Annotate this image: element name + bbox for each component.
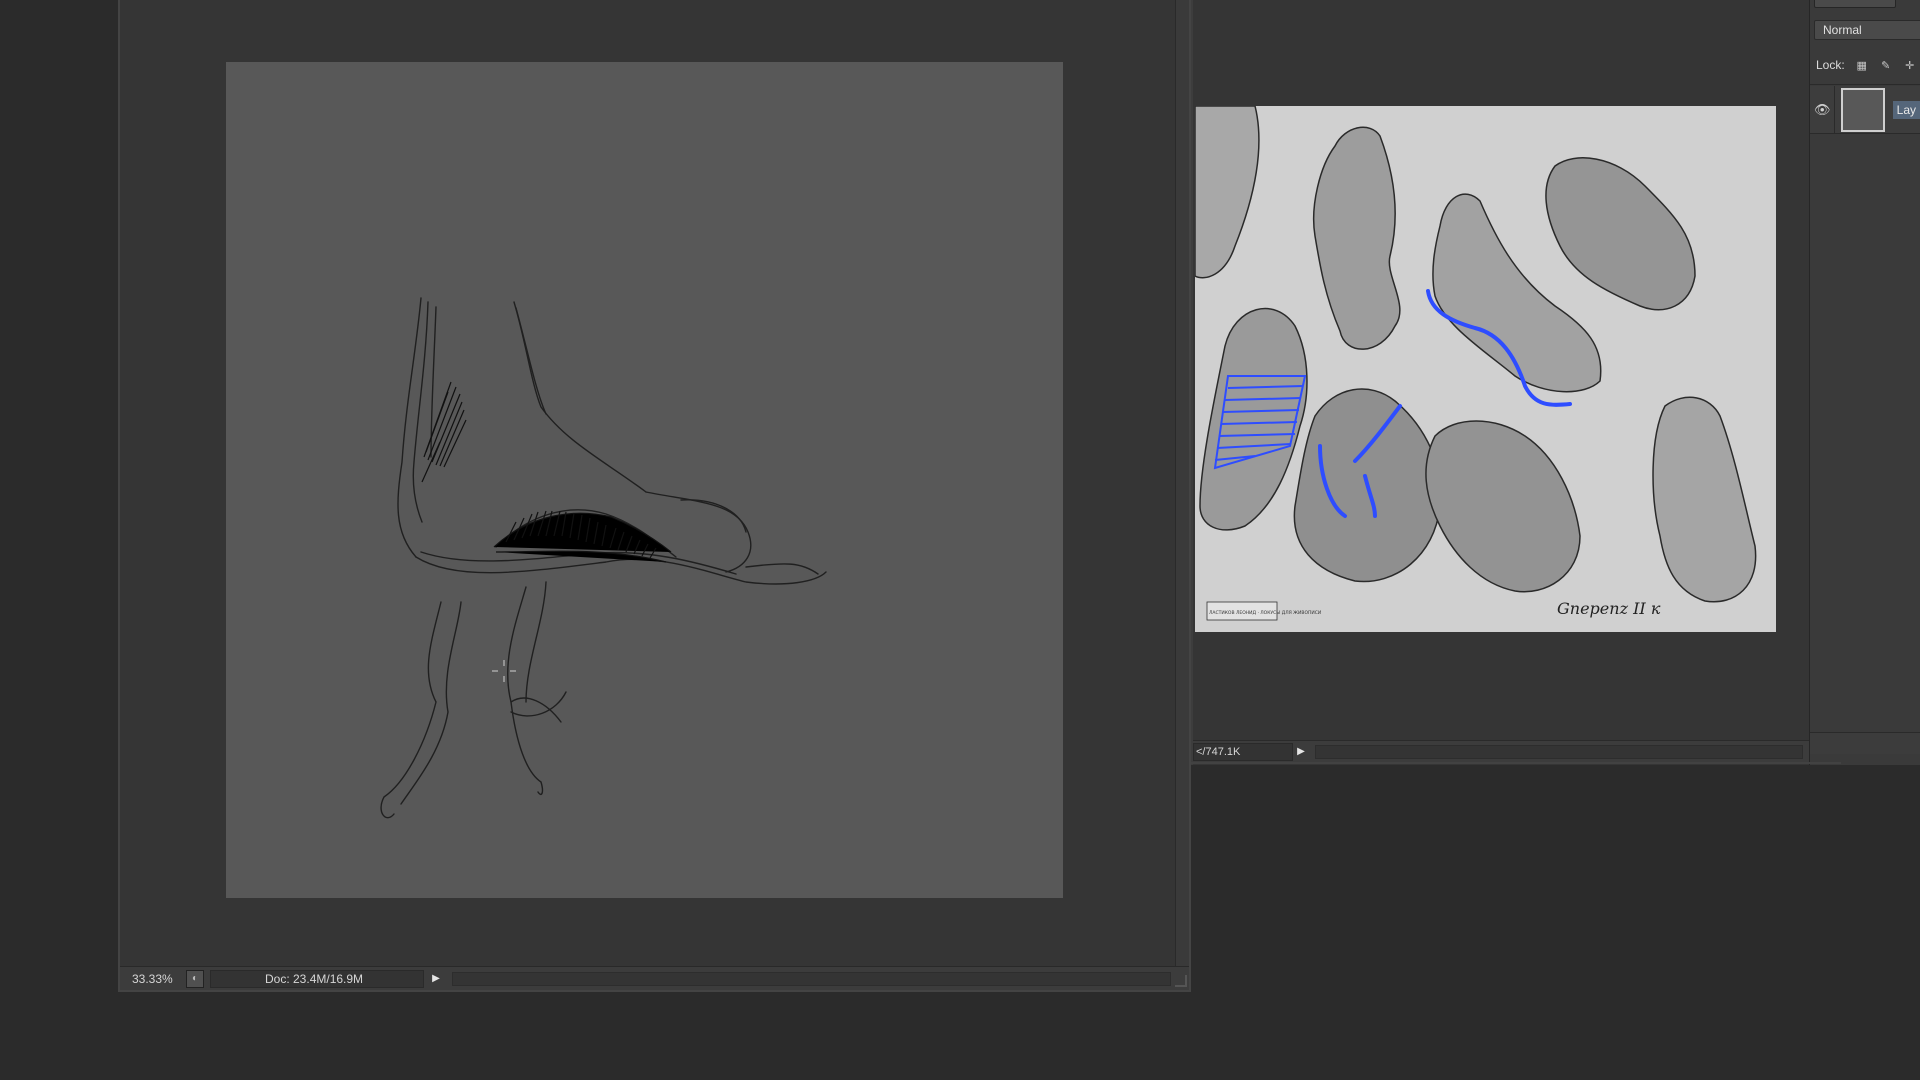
lock-transparent-icon[interactable]: ▦: [1855, 58, 1869, 72]
lock-move-icon[interactable]: ✛: [1903, 58, 1917, 72]
feet-study-drawing: ЛАСТИКОВ ЛЕОНИД · ЛОКУСЫ ДЛЯ ЖИВОПИСИ Gn…: [1195, 106, 1776, 632]
reference-doc-size-info: </747.1K: [1193, 742, 1293, 761]
eye-icon[interactable]: 👁: [1810, 86, 1836, 133]
lock-row: Lock: ▦ ✎ ✛: [1816, 56, 1917, 74]
layers-panel-footer: [1810, 732, 1920, 754]
panel-divider: [1810, 84, 1920, 85]
reference-image-feet-studies[interactable]: ЛАСТИКОВ ЛЕОНИД · ЛОКУСЫ ДЛЯ ЖИВОПИСИ Gn…: [1195, 106, 1776, 632]
stamp-text: ЛАСТИКОВ ЛЕОНИД · ЛОКУСЫ ДЛЯ ЖИВОПИСИ: [1209, 610, 1321, 616]
drawing-canvas[interactable]: [226, 62, 1063, 898]
zoom-level[interactable]: 33.33%: [120, 972, 182, 986]
main-document-window: 33.33% ◐ Doc: 23.4M/16.9M ▶: [118, 0, 1191, 992]
doc-size-info: Doc: 23.4M/16.9M: [210, 969, 424, 988]
layer-name[interactable]: Lay: [1892, 100, 1920, 119]
layer-row[interactable]: 👁 Lay: [1810, 86, 1920, 134]
lock-label: Lock:: [1816, 58, 1845, 72]
panel-bottom-border: [1191, 762, 1841, 764]
blend-mode-select[interactable]: Normal: [1814, 20, 1920, 40]
status-info-icon[interactable]: ◐: [186, 969, 204, 988]
play-arrow-icon[interactable]: ▶: [428, 970, 444, 988]
artist-signature: Gnepenz II к: [1557, 599, 1661, 618]
reference-status-bar: </747.1K ▶: [1193, 740, 1809, 762]
foot-sketch: [380, 297, 827, 819]
brush-cursor: [492, 660, 516, 682]
play-arrow-icon[interactable]: ▶: [1293, 743, 1309, 761]
main-status-bar: 33.33% ◐ Doc: 23.4M/16.9M ▶: [120, 966, 1189, 990]
resize-grip-icon[interactable]: [1175, 975, 1187, 987]
panel-dropdown[interactable]: [1814, 0, 1896, 8]
horizontal-scrollbar[interactable]: [452, 971, 1171, 986]
layer-thumbnail[interactable]: [1841, 87, 1885, 132]
reference-document-window: ЛАСТИКОВ ЛЕОНИД · ЛОКУСЫ ДЛЯ ЖИВОПИСИ Gn…: [1191, 0, 1809, 765]
lock-brush-icon[interactable]: ✎: [1879, 58, 1893, 72]
vertical-scrollbar[interactable]: [1175, 0, 1189, 990]
photoshop-workspace: 33.33% ◐ Doc: 23.4M/16.9M ▶ ЛАСТИКОВ ЛЕО…: [0, 0, 1920, 1080]
layers-panel: Normal Lock: ▦ ✎ ✛ 👁 Lay: [1809, 0, 1920, 765]
reference-horizontal-scrollbar[interactable]: [1315, 744, 1803, 759]
